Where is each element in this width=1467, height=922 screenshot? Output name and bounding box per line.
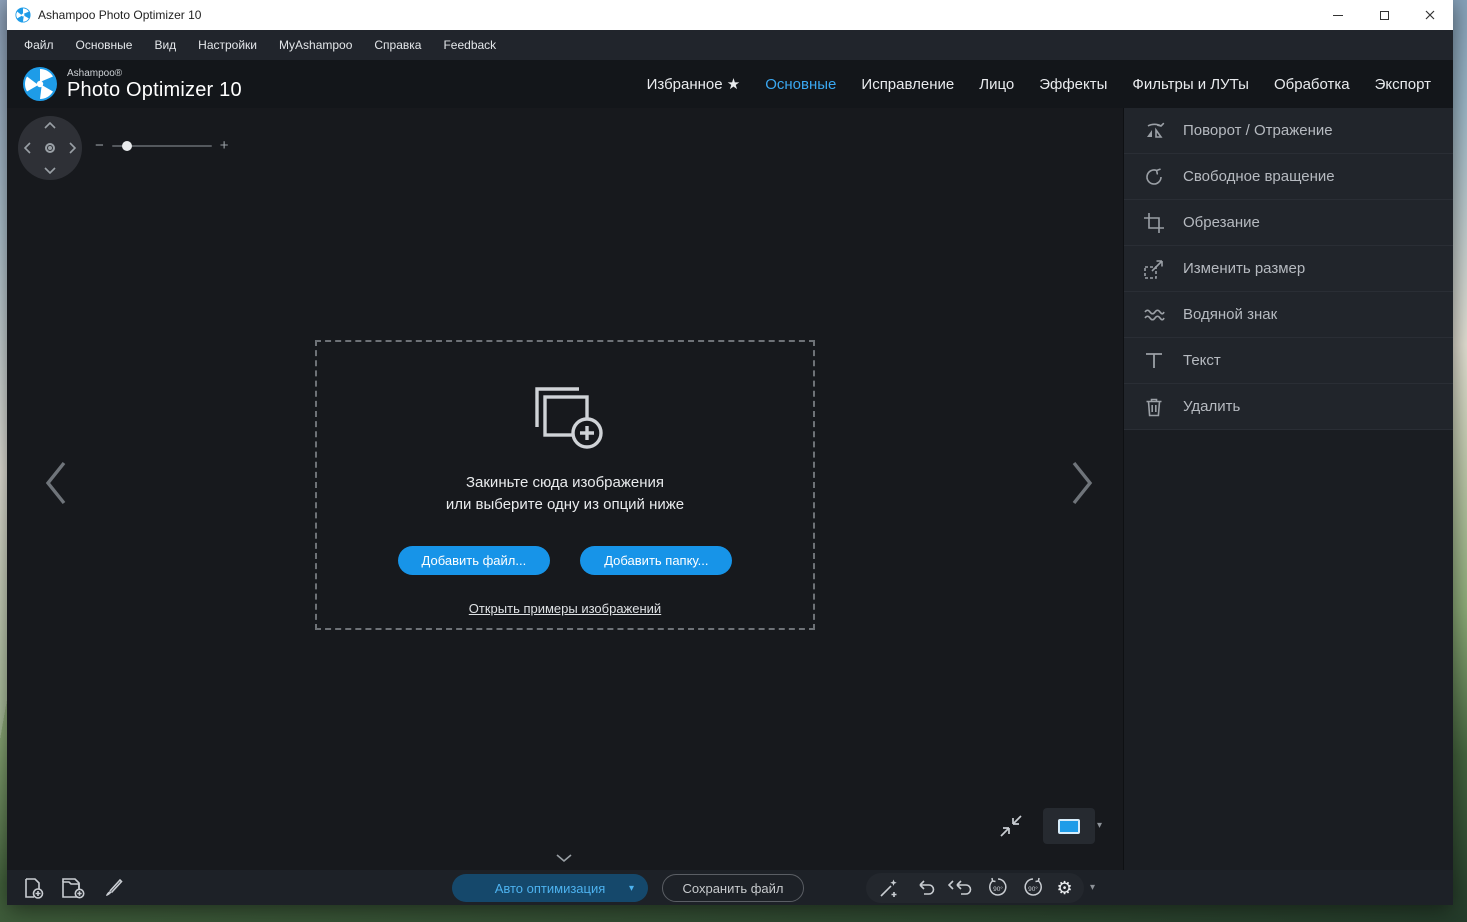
undo-icon[interactable] (913, 877, 937, 899)
tool-label: Удалить (1183, 398, 1240, 415)
tool-label: Свободное вращение (1183, 168, 1335, 185)
tool-resize[interactable]: Изменить размер (1124, 246, 1453, 292)
menu-feedback[interactable]: Feedback (432, 30, 507, 60)
menu-main[interactable]: Основные (65, 30, 144, 60)
zoom-control: − + (95, 138, 229, 153)
zoom-out-button[interactable]: − (95, 138, 104, 153)
rotate-left-90-icon[interactable]: 90° (986, 876, 1010, 900)
menubar: Файл Основные Вид Настройки MyAshampoo С… (7, 30, 1453, 60)
undo-all-icon[interactable] (948, 877, 974, 899)
product-name: Photo Optimizer 10 (67, 79, 242, 101)
tab-effects[interactable]: Эффекты (1039, 76, 1107, 93)
rotate-flip-icon (1141, 119, 1167, 143)
canvas-area: − + Закиньте сюда изобра (7, 108, 1453, 870)
close-icon (1425, 10, 1435, 20)
free-rotate-icon (1141, 165, 1167, 189)
text-icon (1141, 349, 1167, 373)
menu-file[interactable]: Файл (13, 30, 65, 60)
add-folder-button[interactable]: Добавить папку... (580, 546, 732, 575)
drop-instruction-line1: Закиньте сюда изображения (446, 472, 684, 494)
tab-main[interactable]: Основные (765, 76, 836, 93)
open-examples-link[interactable]: Открыть примеры изображений (469, 601, 661, 616)
tool-delete[interactable]: Удалить (1124, 384, 1453, 430)
retouch-brush-icon[interactable] (101, 876, 125, 900)
rotate-right-90-icon[interactable]: 90° (1021, 876, 1045, 900)
fit-to-screen-button[interactable] (997, 812, 1025, 840)
tool-free-rotation[interactable]: Свободное вращение (1124, 154, 1453, 200)
tools-panel: Поворот / Отражение Свободное вращение (1123, 108, 1453, 870)
close-button[interactable] (1407, 0, 1453, 30)
tool-watermark[interactable]: Водяной знак (1124, 292, 1453, 338)
tool-label: Изменить размер (1183, 260, 1305, 277)
previous-image-button[interactable] (43, 460, 69, 506)
tool-label: Водяной знак (1183, 306, 1277, 323)
titlebar: Ashampoo Photo Optimizer 10 (7, 0, 1453, 30)
tab-correction[interactable]: Исправление (861, 76, 954, 93)
maximize-button[interactable] (1361, 0, 1407, 30)
drop-instructions: Закиньте сюда изображения или выберите о… (446, 472, 684, 516)
tool-label: Обрезание (1183, 214, 1260, 231)
add-images-icon (523, 375, 607, 449)
menu-settings[interactable]: Настройки (187, 30, 268, 60)
tool-text[interactable]: Текст (1124, 338, 1453, 384)
tab-face[interactable]: Лицо (979, 76, 1014, 93)
tool-label: Поворот / Отражение (1183, 122, 1333, 139)
brand-name: Ashampoo® (67, 68, 242, 79)
next-image-button[interactable] (1069, 460, 1095, 506)
menu-view[interactable]: Вид (143, 30, 187, 60)
auto-optimize-dropdown-icon[interactable]: ▾ (629, 883, 634, 894)
pad-left-icon[interactable] (24, 142, 31, 154)
add-folder-icon[interactable] (60, 876, 86, 900)
resize-icon (1141, 257, 1167, 281)
app-logo-icon (15, 7, 31, 23)
rotate-right-label: 90° (1028, 885, 1038, 893)
brand: Ashampoo® Photo Optimizer 10 (22, 66, 242, 102)
delete-icon (1141, 395, 1167, 419)
view-mode-icon (1058, 819, 1080, 834)
menu-myashampoo[interactable]: MyAshampoo (268, 30, 363, 60)
tool-label: Текст (1183, 352, 1221, 369)
magic-wand-icon[interactable] (877, 876, 901, 900)
thumbnail-strip-toggle[interactable] (556, 854, 572, 863)
auto-optimize-button[interactable]: Авто оптимизация ▾ (452, 874, 648, 902)
history-tools-group: 90° 90° ⚙ (866, 873, 1084, 903)
tab-export[interactable]: Экспорт (1375, 76, 1431, 93)
rotate-left-label: 90° (993, 885, 1003, 893)
brand-logo-icon (22, 66, 58, 102)
pad-up-icon[interactable] (44, 122, 56, 129)
tab-filters-luts[interactable]: Фильтры и ЛУТы (1132, 76, 1249, 93)
pan-pad[interactable] (18, 116, 82, 180)
header: Ashampoo® Photo Optimizer 10 Избранное ★… (7, 60, 1453, 108)
maximize-icon (1380, 11, 1389, 20)
menu-help[interactable]: Справка (363, 30, 432, 60)
save-file-button[interactable]: Сохранить файл (662, 874, 804, 902)
minimize-button[interactable] (1315, 0, 1361, 30)
drop-instruction-line2: или выберите одну из опций ниже (446, 494, 684, 516)
window-title: Ashampoo Photo Optimizer 10 (38, 8, 201, 22)
settings-gear-icon[interactable]: ⚙ (1056, 879, 1072, 897)
pad-center-dot (48, 146, 52, 150)
image-drop-zone[interactable]: Закиньте сюда изображения или выберите о… (315, 340, 815, 630)
tool-rotate-flip[interactable]: Поворот / Отражение (1124, 108, 1453, 154)
app-window: Ashampoo Photo Optimizer 10 Файл Основны… (7, 0, 1453, 905)
add-file-icon[interactable] (21, 876, 45, 900)
tab-bar: Избранное ★ Основные Исправление Лицо Эф… (647, 60, 1431, 108)
auto-optimize-label: Авто оптимизация (495, 881, 606, 896)
tab-favorites[interactable]: Избранное ★ (647, 75, 741, 93)
watermark-icon (1141, 303, 1167, 327)
view-mode-button[interactable] (1043, 808, 1095, 844)
pad-right-icon[interactable] (69, 142, 76, 154)
zoom-in-button[interactable]: + (220, 138, 229, 153)
pad-down-icon[interactable] (44, 167, 56, 174)
tool-crop[interactable]: Обрезание (1124, 200, 1453, 246)
zoom-slider[interactable] (112, 145, 212, 147)
crop-icon (1141, 211, 1167, 235)
bottom-toolbar: Авто оптимизация ▾ Сохранить файл (7, 870, 1453, 905)
view-mode-dropdown-icon[interactable]: ▾ (1097, 820, 1102, 831)
zoom-slider-thumb[interactable] (122, 141, 132, 151)
minimize-icon (1333, 15, 1343, 16)
tab-processing[interactable]: Обработка (1274, 76, 1350, 93)
history-group-dropdown-icon[interactable]: ▾ (1090, 882, 1095, 893)
add-file-button[interactable]: Добавить файл... (398, 546, 551, 575)
